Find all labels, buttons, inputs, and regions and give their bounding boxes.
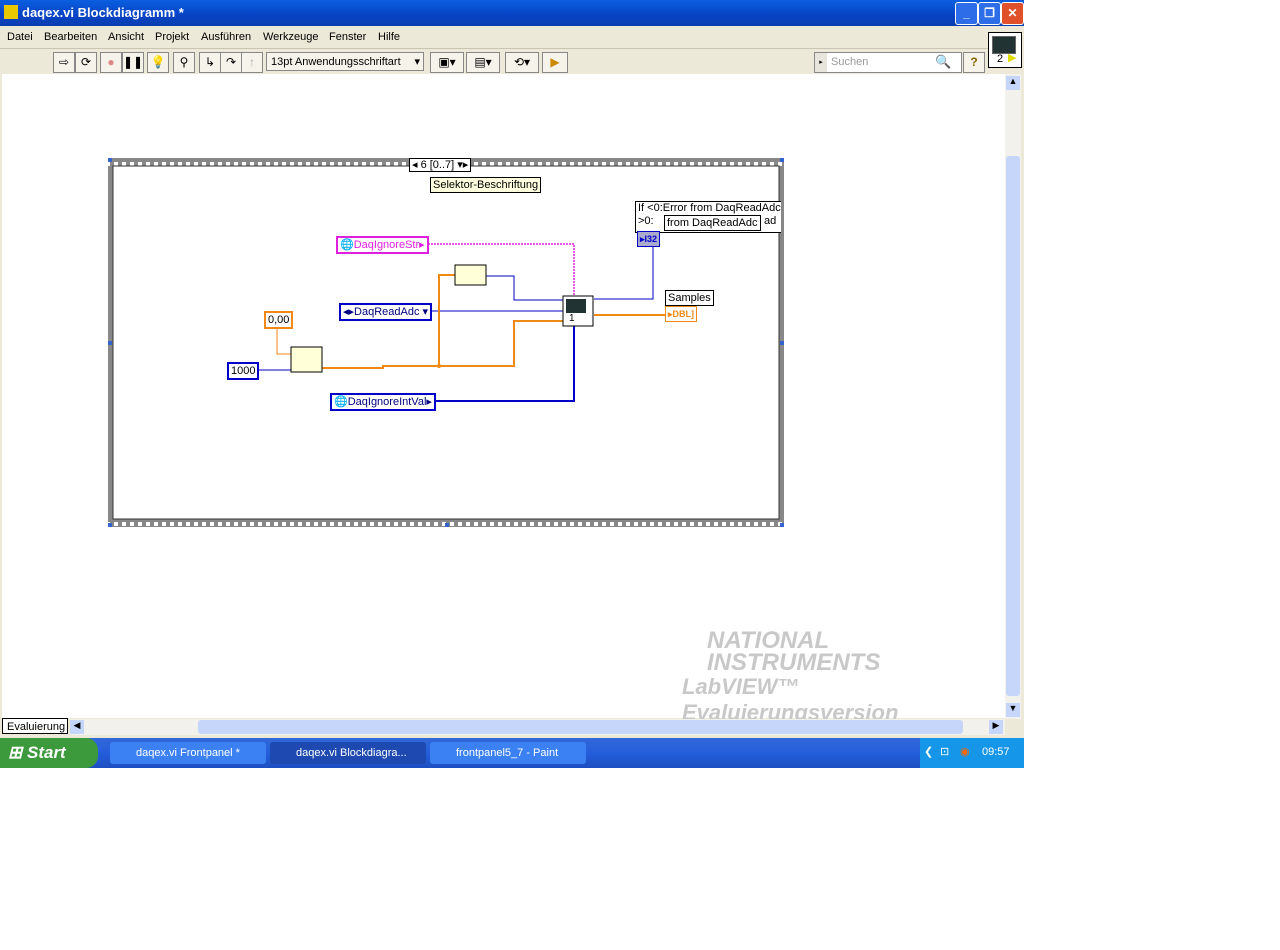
- system-tray: ❮ ⊡ ◉ 09:57: [920, 738, 1024, 768]
- task-frontpanel[interactable]: daqex.vi Frontpanel *: [110, 742, 266, 764]
- array-size-node: [454, 264, 487, 286]
- comment-overlay-label: from DaqReadAdc: [664, 215, 761, 231]
- const-daq-ignore-intval[interactable]: 🌐DaqIgnoreIntVal▸: [330, 393, 436, 411]
- scroll-up-button[interactable]: ▲: [1006, 76, 1020, 90]
- const-daq-ignore-str[interactable]: 🌐DaqIgnoreStr▸: [336, 236, 429, 254]
- enum-daq-read-adc[interactable]: ◂▸DaqReadAdc ▾: [339, 303, 433, 321]
- i32-indicator[interactable]: ▸I32: [637, 231, 661, 247]
- start-label: Start: [26, 743, 66, 762]
- const-zero[interactable]: 0,00: [264, 311, 294, 329]
- i32-text: I32: [644, 234, 658, 244]
- start-button[interactable]: ⊞ Start: [0, 738, 98, 768]
- ni-watermark: NATIONAL INSTRUMENTS LabVIEW™ Evaluierun…: [652, 629, 1005, 726]
- block-diagram-canvas[interactable]: ◂ 6 [0..7] ▾▸ Selektor-Beschriftung 🌐Daq…: [2, 74, 1005, 725]
- windows-logo-icon: ⊞: [8, 743, 23, 762]
- comment-prefix: >0:: [638, 215, 654, 227]
- network-icon[interactable]: ⊡: [940, 745, 949, 758]
- scroll-right-button[interactable]: ▶: [989, 720, 1003, 734]
- daq-subvi-icon: [566, 299, 586, 313]
- vertical-scrollbar[interactable]: ▲ ▼: [1005, 74, 1021, 719]
- scroll-left-button[interactable]: ◀: [70, 720, 84, 734]
- task-paint[interactable]: frontpanel5_7 - Paint: [430, 742, 586, 764]
- clock: 09:57: [982, 746, 1010, 758]
- case-selector[interactable]: ◂ 6 [0..7] ▾▸: [409, 158, 472, 172]
- scroll-down-button[interactable]: ▼: [1006, 703, 1020, 717]
- diagram-wires: [108, 158, 784, 527]
- evaluation-tab: Evaluierung: [2, 718, 68, 734]
- selector-label: Selektor-Beschriftung: [430, 177, 542, 193]
- wire-junction: [437, 364, 441, 368]
- horizontal-scrollbar[interactable]: ◀ ▶: [70, 719, 1005, 735]
- watermark-brand2: INSTRUMENTS: [707, 649, 881, 676]
- taskbar: ⊞ Start daqex.vi Frontpanel * daqex.vi B…: [0, 738, 1024, 768]
- vertical-scroll-thumb[interactable]: [1006, 156, 1020, 696]
- const-intval-text: DaqIgnoreIntVal: [347, 396, 427, 408]
- subvi-index: 1: [569, 313, 575, 324]
- enum-text: DaqReadAdc: [354, 306, 420, 318]
- dbl-text: DBL: [672, 309, 692, 319]
- const-str-text: DaqIgnoreStr: [353, 239, 420, 251]
- tray-expand-icon[interactable]: ❮: [924, 745, 933, 758]
- selector-value: 6 [0..7]: [420, 159, 455, 171]
- comment-tail: ad: [764, 215, 777, 227]
- initialize-array-node: [290, 346, 323, 373]
- play-icon: ▶: [1008, 52, 1017, 64]
- samples-indicator[interactable]: ▸DBL]: [665, 306, 698, 322]
- horizontal-scroll-thumb[interactable]: [198, 720, 963, 734]
- comment-line1: If <0:Error from DaqReadAdc: [638, 202, 781, 214]
- task-blockdiagram[interactable]: daqex.vi Blockdiagra...: [270, 742, 426, 764]
- const-1000[interactable]: 1000: [227, 362, 260, 380]
- samples-label: Samples: [665, 290, 714, 306]
- tray-app-icon[interactable]: ◉: [960, 745, 970, 758]
